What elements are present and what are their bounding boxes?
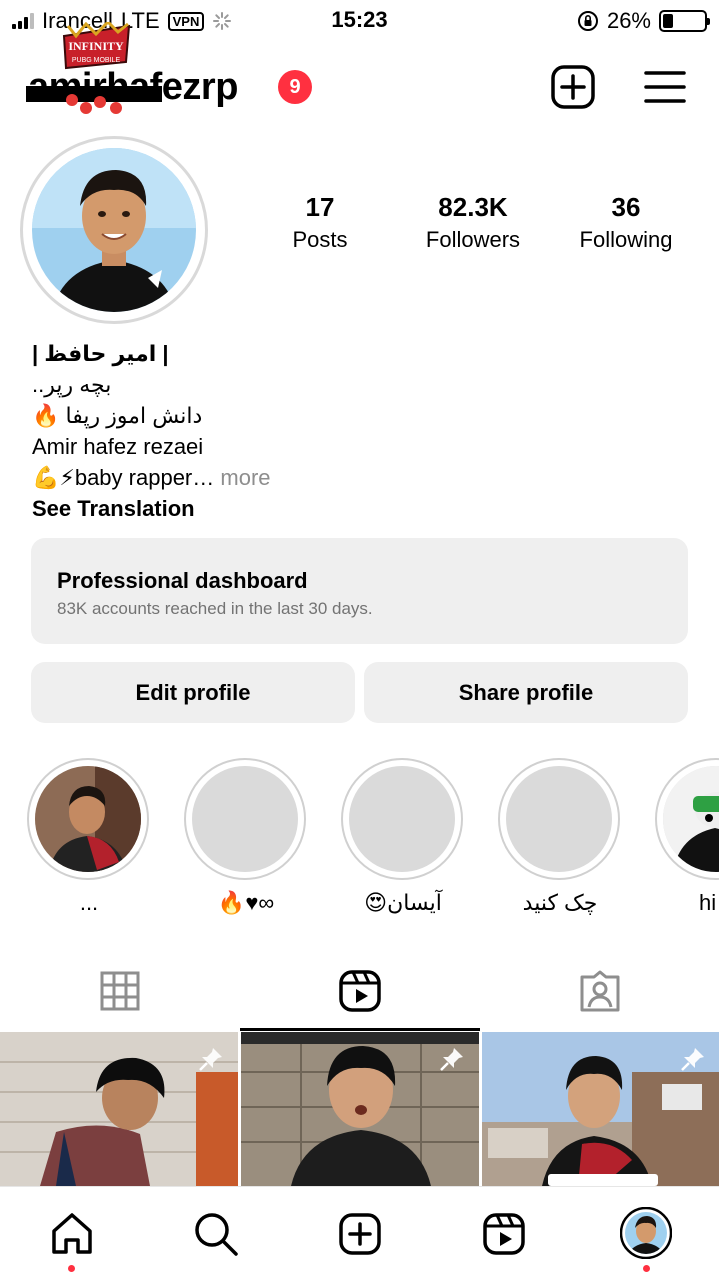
reel-thumbnail[interactable]	[241, 1032, 479, 1186]
highlight-caption: hi	[699, 890, 717, 915]
more-link[interactable]: more	[220, 465, 270, 490]
followers-stat[interactable]: 82.3K Followers	[393, 192, 553, 253]
nav-profile[interactable]	[620, 1207, 672, 1259]
following-count: 36	[611, 192, 641, 222]
reel-thumbnail[interactable]	[482, 1032, 719, 1186]
status-right: 26%	[577, 8, 710, 34]
highlight-cover	[663, 766, 719, 872]
pin-icon	[199, 1048, 222, 1071]
nav-home[interactable]	[47, 1209, 97, 1259]
bio-line-4: 💪⚡baby rapper…	[32, 465, 215, 490]
bio-line-2: دانش اموز رپفا 🔥	[32, 403, 203, 428]
tagged-icon	[580, 970, 620, 1012]
highlight-item[interactable]: ...	[27, 758, 151, 916]
dashboard-title: Professional dashboard	[57, 568, 308, 593]
following-stat[interactable]: 36 Following	[546, 192, 706, 253]
notification-badge[interactable]: 9	[278, 70, 312, 104]
highlight-ring	[341, 758, 463, 880]
professional-dashboard-card[interactable]: Professional dashboard 83K accounts reac…	[31, 538, 688, 644]
tab-reels[interactable]	[240, 950, 480, 1032]
tab-tagged[interactable]	[480, 950, 719, 1032]
nav-reels[interactable]	[479, 1209, 529, 1259]
home-notification-dot	[68, 1265, 75, 1272]
see-translation-link[interactable]: See Translation	[32, 493, 692, 524]
bio-line-3: Amir hafez rezaei	[32, 434, 204, 459]
highlight-caption: آیسان😍	[364, 890, 442, 915]
highlight-item[interactable]: آیسان😍	[341, 758, 465, 916]
bio-line-1: بچه رپر..	[32, 372, 112, 397]
active-tab-indicator	[240, 1028, 480, 1031]
highlight-cover	[349, 766, 455, 872]
dashboard-subtitle: 83K accounts reached in the last 30 days…	[57, 599, 373, 618]
followers-label: Followers	[425, 227, 521, 252]
profile-bio: | امیر حافظ | بچه رپر.. دانش اموز رپفا 🔥…	[32, 338, 692, 524]
nav-search[interactable]	[191, 1209, 241, 1259]
pin-icon	[440, 1048, 463, 1071]
highlight-cover	[506, 766, 612, 872]
create-icon	[339, 1213, 381, 1255]
highlight-caption: چک کنید	[522, 890, 598, 915]
nav-create[interactable]	[335, 1209, 385, 1259]
watermark-logo: INFINITY PUBG MOBILE	[26, 22, 162, 114]
highlight-item[interactable]: hi	[655, 758, 719, 928]
reels-icon	[339, 970, 381, 1012]
profile-avatar[interactable]	[32, 148, 196, 312]
posts-label: Posts	[292, 227, 348, 252]
posts-stat[interactable]: 17 Posts	[240, 192, 400, 253]
followers-count: 82.3K	[438, 192, 508, 222]
content-tabs	[0, 950, 719, 1032]
home-icon	[52, 1213, 92, 1254]
reel-thumbnail[interactable]	[0, 1032, 238, 1186]
reels-grid	[0, 1032, 719, 1186]
following-label: Following	[579, 227, 673, 252]
share-profile-button[interactable]: Share profile	[364, 662, 688, 723]
tab-posts-grid[interactable]	[0, 950, 240, 1032]
highlight-cover	[192, 766, 298, 872]
hamburger-menu-icon[interactable]	[643, 68, 687, 106]
create-post-icon[interactable]	[550, 64, 596, 110]
bottom-navigation	[0, 1186, 719, 1280]
display-name: | امیر حافظ |	[32, 341, 169, 366]
profile-notification-dot	[643, 1265, 650, 1272]
rotation-lock-icon	[577, 11, 598, 31]
battery-icon	[659, 10, 710, 32]
svg-text:INFINITY: INFINITY	[68, 39, 124, 53]
highlight-caption: 🔥♥∞	[217, 890, 275, 915]
highlight-item[interactable]: 🔥♥∞	[184, 758, 308, 916]
highlight-ring	[498, 758, 620, 880]
highlight-caption: ...	[79, 890, 99, 915]
reels-icon	[483, 1213, 525, 1255]
posts-count: 17	[305, 192, 335, 222]
highlight-item[interactable]: چک کنید	[498, 758, 622, 916]
highlight-ring	[184, 758, 306, 880]
edit-profile-button[interactable]: Edit profile	[31, 662, 355, 723]
grid-icon	[100, 971, 140, 1011]
svg-text:PUBG MOBILE: PUBG MOBILE	[72, 57, 121, 64]
profile-avatar	[620, 1207, 672, 1259]
pin-icon	[681, 1048, 704, 1071]
search-icon	[195, 1213, 238, 1256]
highlight-cover	[35, 766, 141, 872]
highlight-ring	[655, 758, 719, 880]
highlight-ring	[27, 758, 149, 880]
battery-percent: 26%	[606, 8, 651, 33]
